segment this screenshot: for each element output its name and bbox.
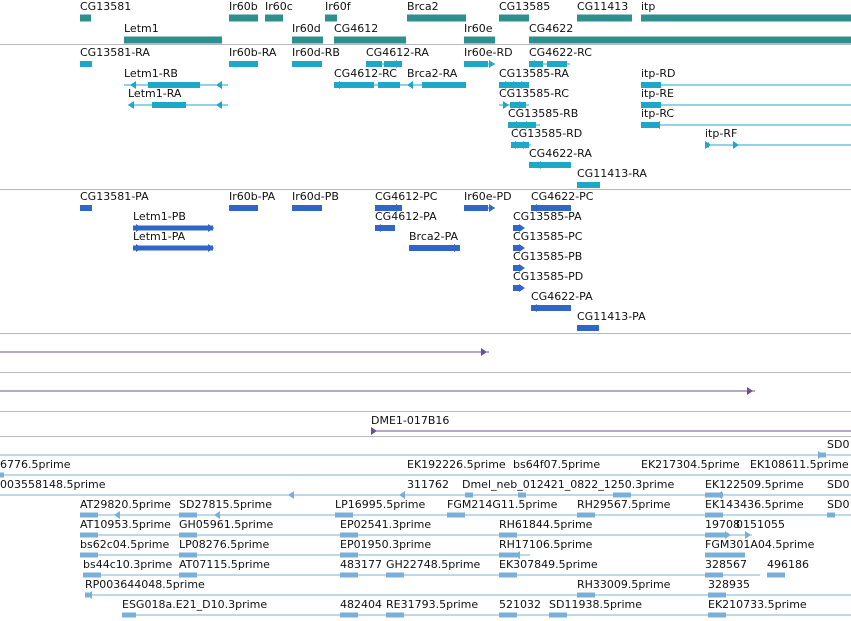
transcript-label: Ir60d-RB [292, 46, 340, 59]
transcript-label: CG4622-RA [529, 147, 592, 160]
transcript-label: CG4612-RA [366, 46, 429, 59]
transcript-label: itp-RD [641, 67, 676, 80]
transcript-feature[interactable] [0, 160, 851, 170]
protein-label: Letm1-PB [133, 210, 186, 223]
gene-label: CG13581 [80, 0, 132, 13]
transcript-label: CG13585-RA [499, 67, 569, 80]
est-feature[interactable] [0, 590, 851, 600]
protein-label: Ir60d-PB [292, 190, 339, 203]
transcript-label: CG13581-RA [80, 46, 150, 59]
transcript-label: Letm1-RA [128, 87, 182, 100]
est-feature[interactable] [0, 610, 851, 620]
est-feature[interactable] [0, 570, 851, 580]
protein-feature[interactable] [0, 243, 851, 253]
clone-feature[interactable] [0, 386, 851, 396]
protein-label: CG13585-PA [513, 210, 582, 223]
gene-feature[interactable] [0, 35, 851, 45]
gene-label: Ir60b [229, 0, 258, 13]
transcript-label: CG4612-RC [334, 67, 397, 80]
est-feature[interactable] [0, 470, 851, 480]
est-feature[interactable] [0, 450, 851, 460]
transcript-label: CG11413-RA [577, 167, 647, 180]
transcript-label: Letm1-RB [124, 67, 178, 80]
est-feature[interactable] [0, 530, 851, 540]
protein-label: Ir60b-PA [229, 190, 276, 203]
gene-label: Ir60f [325, 0, 351, 13]
protein-label: Ir60e-PD [464, 190, 512, 203]
protein-feature[interactable] [0, 323, 851, 333]
transcript-feature[interactable] [0, 100, 851, 110]
protein-feature[interactable] [0, 303, 851, 313]
est-feature[interactable] [0, 550, 851, 560]
protein-label: CG4612-PC [375, 190, 438, 203]
protein-label: CG4622-PA [531, 290, 593, 303]
gene-label: Ir60d [292, 22, 321, 35]
gene-label: itp [641, 0, 656, 13]
track-separator [0, 333, 851, 334]
protein-label: CG13585-PB [513, 250, 583, 263]
protein-label: CG13581-PA [80, 190, 149, 203]
transcript-label: CG4622-RC [529, 46, 592, 59]
gene-label: CG13585 [499, 0, 551, 13]
protein-label: CG4622-PC [531, 190, 594, 203]
gene-label: Ir60c [265, 0, 293, 13]
transcript-label: itp-RC [641, 107, 675, 120]
track-separator [0, 372, 851, 373]
gene-label: CG4612 [334, 22, 379, 35]
est-feature[interactable] [0, 490, 851, 500]
protein-label: CG13585-PD [513, 270, 584, 283]
gene-label: CG4622 [529, 22, 574, 35]
gene-label: Brca2 [407, 0, 439, 13]
transcript-label: CG13585-RD [511, 127, 583, 140]
gene-label: Letm1 [124, 22, 159, 35]
clone-feature[interactable] [0, 347, 851, 357]
protein-feature[interactable] [0, 283, 851, 293]
transcript-label: Ir60e-RD [464, 46, 513, 59]
protein-feature[interactable] [0, 263, 851, 273]
transcript-label: CG13585-RC [499, 87, 569, 100]
protein-label: CG11413-PA [577, 310, 646, 323]
transcript-feature[interactable] [0, 140, 851, 150]
transcript-label: Ir60b-RA [229, 46, 277, 59]
gene-label: Ir60e [464, 22, 493, 35]
track-separator [0, 411, 851, 412]
genome-browser: CG13581 Ir60b Ir60c Ir60f Brca2 CG13585 CG1141… [0, 0, 851, 621]
protein-label: CG4612-PA [375, 210, 437, 223]
track-separator [0, 436, 851, 437]
transcript-label: CG13585-RB [508, 107, 579, 120]
protein-label: Letm1-PA [133, 230, 186, 243]
transcript-label: itp-RF [705, 127, 738, 140]
transcript-label: itp-RE [641, 87, 674, 100]
protein-label: Brca2-PA [409, 230, 459, 243]
transcript-label: Brca2-RA [407, 67, 458, 80]
gene-label: CG11413 [577, 0, 629, 13]
clone-feature[interactable] [0, 426, 851, 436]
transcript-feature[interactable] [0, 180, 851, 190]
est-feature[interactable] [0, 510, 851, 520]
protein-label: CG13585-PC [513, 230, 583, 243]
